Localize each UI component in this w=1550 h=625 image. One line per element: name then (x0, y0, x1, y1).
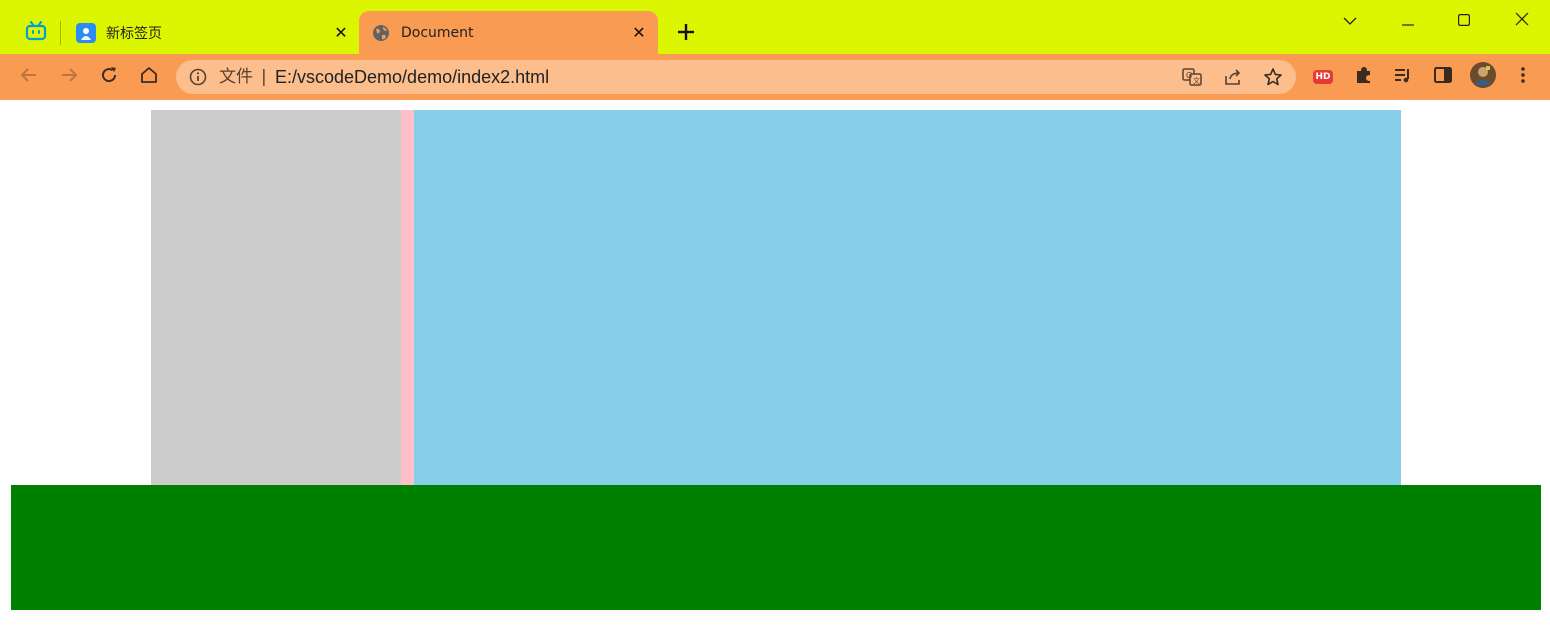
new-tab-button[interactable] (672, 18, 700, 46)
tab-title: 新标签页 (106, 25, 162, 42)
right-box (414, 110, 1401, 486)
browser-window: 新标签页 ✕ Document ✕ 文件 | E:/vscodeDemo/dem… (0, 0, 1550, 625)
svg-text:文: 文 (1193, 76, 1200, 85)
chevron-down-icon (1343, 11, 1357, 30)
arrow-right-icon (59, 65, 79, 89)
maximize-icon (1458, 11, 1471, 30)
avatar (1469, 61, 1497, 93)
top-layout (151, 110, 1401, 486)
tab-title: Document (401, 24, 474, 41)
tab-strip: 新标签页 ✕ Document ✕ (0, 0, 1550, 54)
side-panel-icon (1433, 65, 1453, 89)
reload-icon (99, 65, 119, 89)
url-text[interactable]: E:/vscodeDemo/demo/index2.html (275, 66, 549, 88)
middle-box (401, 110, 414, 486)
playlist-icon (1393, 65, 1413, 89)
url-scheme-label: 文件 (219, 67, 253, 87)
extensions-button[interactable] (1348, 62, 1378, 92)
back-button[interactable] (14, 62, 44, 92)
more-vertical-icon (1520, 66, 1526, 88)
reload-button[interactable] (94, 62, 124, 92)
side-panel-button[interactable] (1428, 62, 1458, 92)
share-icon[interactable] (1221, 65, 1245, 89)
page-viewport (0, 100, 1550, 625)
hd-extension-icon: HD (1313, 70, 1333, 84)
menu-button[interactable] (1508, 62, 1538, 92)
left-box (151, 110, 401, 486)
tab-separator (60, 21, 61, 45)
svg-text:G: G (1186, 71, 1192, 80)
close-window-button[interactable] (1494, 6, 1550, 34)
tab-search-button[interactable] (1322, 6, 1378, 34)
profile-button[interactable] (1468, 62, 1498, 92)
translate-icon[interactable]: G文 (1180, 65, 1204, 89)
tab-close-icon[interactable]: ✕ (626, 20, 652, 46)
minimize-icon (1402, 11, 1414, 30)
close-icon (1515, 11, 1529, 30)
tab-document[interactable]: Document ✕ (359, 11, 658, 54)
tab-close-icon[interactable]: ✕ (328, 20, 354, 46)
globe-icon (371, 23, 391, 43)
tab-new-tab[interactable]: 新标签页 ✕ (64, 11, 360, 54)
home-icon (139, 65, 159, 89)
forward-button[interactable] (54, 62, 84, 92)
url-divider: | (261, 67, 267, 87)
address-bar[interactable]: 文件 | E:/vscodeDemo/demo/index2.html G文 (176, 60, 1296, 94)
browser-toolbar: 文件 | E:/vscodeDemo/demo/index2.html G文 H… (0, 54, 1550, 100)
bookmark-star-icon[interactable] (1261, 65, 1285, 89)
media-control-button[interactable] (1388, 62, 1418, 92)
arrow-left-icon (19, 65, 39, 89)
info-icon[interactable] (188, 67, 208, 87)
puzzle-icon (1353, 65, 1373, 89)
pinned-tab[interactable] (14, 16, 58, 50)
footer-box (11, 485, 1541, 610)
new-tab-favicon-icon (76, 22, 96, 43)
bilibili-icon (25, 21, 47, 45)
minimize-button[interactable] (1380, 6, 1436, 34)
home-button[interactable] (134, 62, 164, 92)
hd-extension-button[interactable]: HD (1308, 62, 1338, 92)
maximize-button[interactable] (1436, 6, 1492, 34)
